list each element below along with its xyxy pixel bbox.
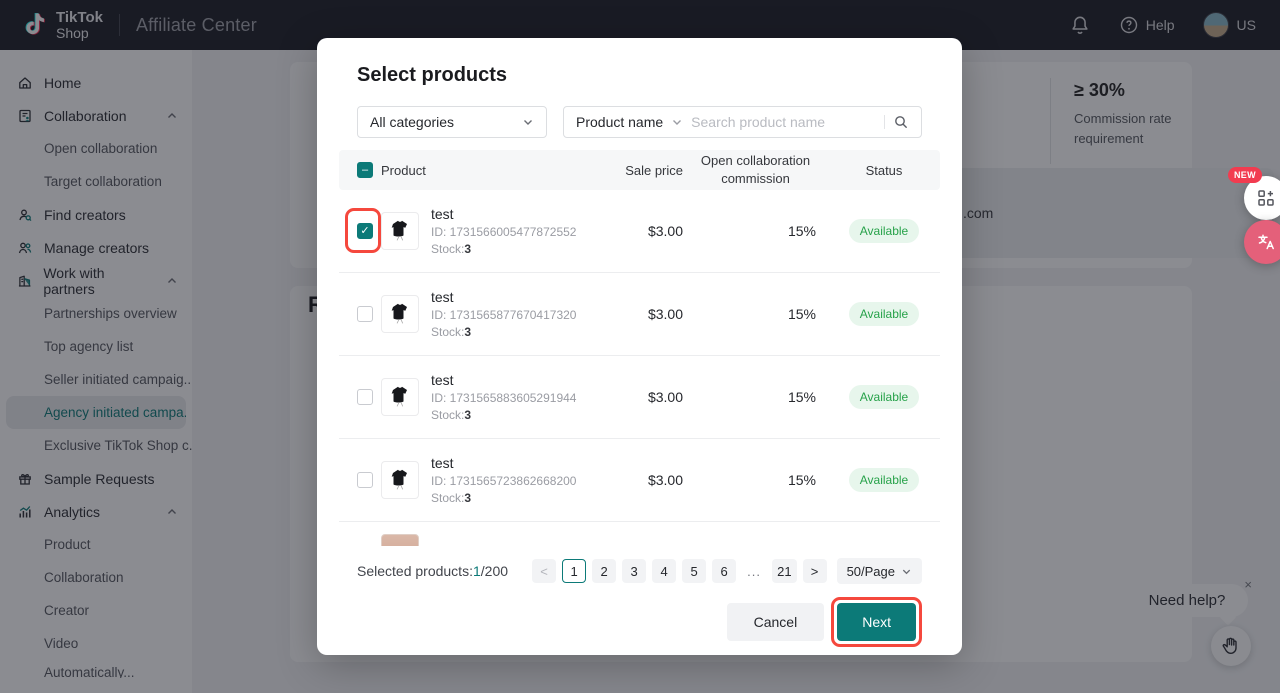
product-image	[381, 212, 419, 250]
product-id: ID: 1731565883605291944	[431, 391, 576, 405]
products-table: – Product Sale price Open collaboration …	[339, 150, 940, 546]
product-image	[381, 461, 419, 499]
next-page-button[interactable]: >	[803, 559, 827, 583]
search-icon[interactable]	[893, 114, 909, 130]
table-row: test ID: 1731565877670417320 Stock:3 $3.…	[339, 273, 940, 356]
sale-price: $3.00	[588, 472, 683, 488]
table-row: ✓ test ID: 1731566005477872552 Stock:3 $…	[339, 190, 940, 273]
product-id: ID: 1731566005477872552	[431, 225, 576, 239]
app-root: TikTok Shop Affiliate Center Help US	[0, 0, 1280, 693]
column-status: Status	[828, 163, 940, 178]
annotation-box: Next	[831, 597, 922, 647]
status-badge: Available	[849, 219, 919, 243]
chevron-down-icon	[522, 116, 534, 128]
page-button-3[interactable]: 3	[622, 559, 646, 583]
column-sale-price: Sale price	[588, 163, 683, 178]
product-name: test	[431, 289, 576, 305]
table-header: – Product Sale price Open collaboration …	[339, 150, 940, 190]
translate-button[interactable]	[1244, 220, 1280, 264]
page-button-5[interactable]: 5	[682, 559, 706, 583]
category-select[interactable]: All categories	[357, 106, 547, 138]
product-name: test	[431, 206, 576, 222]
product-id: ID: 1731565723862668200	[431, 474, 576, 488]
commission-value: 15%	[683, 306, 828, 322]
page-button-6[interactable]: 6	[712, 559, 736, 583]
product-image	[381, 534, 419, 546]
row-checkbox[interactable]: ✓	[357, 223, 373, 239]
status-badge: Available	[849, 468, 919, 492]
search-type-select[interactable]: Product name	[576, 114, 663, 130]
table-body: ✓ test ID: 1731566005477872552 Stock:3 $…	[339, 190, 940, 546]
select-products-modal: Select products All categories Product n…	[317, 38, 962, 655]
category-select-value: All categories	[370, 114, 454, 130]
product-stock: Stock:3	[431, 491, 576, 505]
grid-plus-icon	[1256, 188, 1276, 208]
cancel-button[interactable]: Cancel	[727, 603, 825, 641]
next-button[interactable]: Next	[837, 603, 916, 641]
chevron-down-icon	[901, 566, 912, 577]
page-button-1[interactable]: 1	[562, 559, 586, 583]
selected-products-counter: Selected products:1/200	[357, 563, 508, 579]
commission-value: 15%	[683, 472, 828, 488]
product-image	[381, 378, 419, 416]
page-size-select[interactable]: 50/Page	[837, 558, 922, 584]
pagination-ellipsis[interactable]: ...	[742, 559, 766, 583]
modal-actions: Cancel Next	[357, 597, 922, 647]
column-commission: Open collaboration commission	[697, 152, 815, 187]
row-checkbox[interactable]	[357, 306, 373, 322]
sale-price: $3.00	[588, 389, 683, 405]
new-badge: NEW	[1228, 167, 1262, 183]
input-divider	[884, 115, 885, 129]
product-image	[381, 295, 419, 333]
commission-value: 15%	[683, 223, 828, 239]
page-button-4[interactable]: 4	[652, 559, 676, 583]
product-id: ID: 1731565877670417320	[431, 308, 576, 322]
sale-price: $3.00	[588, 223, 683, 239]
product-name: test	[431, 372, 576, 388]
product-name: test	[431, 455, 576, 471]
table-row	[339, 522, 940, 542]
table-row: test ID: 1731565883605291944 Stock:3 $3.…	[339, 356, 940, 439]
product-stock: Stock:3	[431, 242, 576, 256]
page-button-21[interactable]: 21	[772, 559, 796, 583]
translate-icon	[1255, 231, 1277, 253]
modal-title: Select products	[357, 64, 922, 88]
product-stock: Stock:3	[431, 325, 576, 339]
pagination-row: Selected products:1/200 < 1 2 3 4 5 6 ..…	[357, 558, 922, 584]
row-checkbox[interactable]	[357, 389, 373, 405]
commission-value: 15%	[683, 389, 828, 405]
product-stock: Stock:3	[431, 408, 576, 422]
prev-page-button[interactable]: <	[532, 559, 556, 583]
table-row: test ID: 1731565723862668200 Stock:3 $3.…	[339, 439, 940, 522]
status-badge: Available	[849, 385, 919, 409]
page-button-2[interactable]: 2	[592, 559, 616, 583]
app-gallery-button[interactable]: NEW	[1244, 176, 1280, 220]
filters-row: All categories Product name	[357, 106, 922, 138]
row-checkbox[interactable]	[357, 472, 373, 488]
pagination: < 1 2 3 4 5 6 ... 21 > 50/Page	[526, 558, 922, 584]
product-search-box: Product name	[563, 106, 922, 138]
status-badge: Available	[849, 302, 919, 326]
chevron-down-icon[interactable]	[671, 116, 683, 128]
select-all-checkbox[interactable]: –	[357, 162, 373, 178]
search-input[interactable]	[691, 114, 876, 130]
column-product: Product	[375, 163, 588, 178]
sale-price: $3.00	[588, 306, 683, 322]
